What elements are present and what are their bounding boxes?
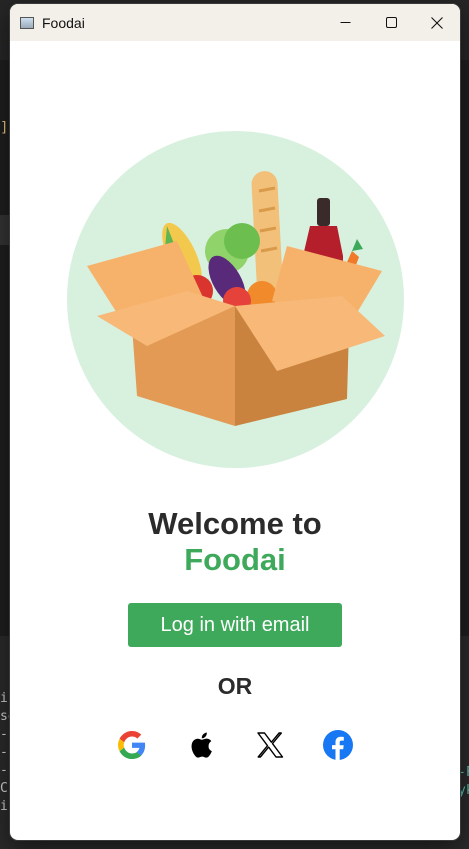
grocery-box-illustration — [67, 131, 404, 468]
maximize-icon — [385, 17, 397, 28]
google-icon — [118, 731, 146, 759]
facebook-login-button[interactable] — [322, 729, 354, 761]
x-login-button[interactable] — [254, 729, 286, 761]
maximize-button[interactable] — [368, 4, 414, 41]
apple-login-button[interactable] — [185, 729, 217, 761]
app-window: Foodai Welcome to Foodai Log in with ema… — [10, 4, 460, 840]
minimize-button[interactable] — [322, 4, 368, 41]
social-login-row — [10, 729, 460, 765]
x-icon — [257, 732, 284, 758]
facebook-icon — [323, 730, 353, 760]
welcome-text: Welcome to — [148, 506, 322, 541]
close-icon — [431, 16, 443, 29]
apple-icon — [191, 732, 212, 758]
login-with-email-button[interactable]: Log in with email — [128, 603, 342, 647]
window-title: Foodai — [42, 14, 85, 31]
title-bar[interactable]: Foodai — [10, 4, 460, 41]
login-screen: Welcome to Foodai Log in with email OR — [10, 41, 460, 840]
minimize-icon — [340, 22, 350, 23]
close-button[interactable] — [414, 4, 460, 41]
google-login-button[interactable] — [116, 729, 148, 761]
app-window-icon — [20, 16, 34, 29]
or-divider: OR — [217, 673, 253, 699]
brand-name: Foodai — [184, 542, 286, 577]
background-editor-bracket: ] — [0, 120, 9, 136]
welcome-heading: Welcome to Foodai — [10, 506, 460, 578]
